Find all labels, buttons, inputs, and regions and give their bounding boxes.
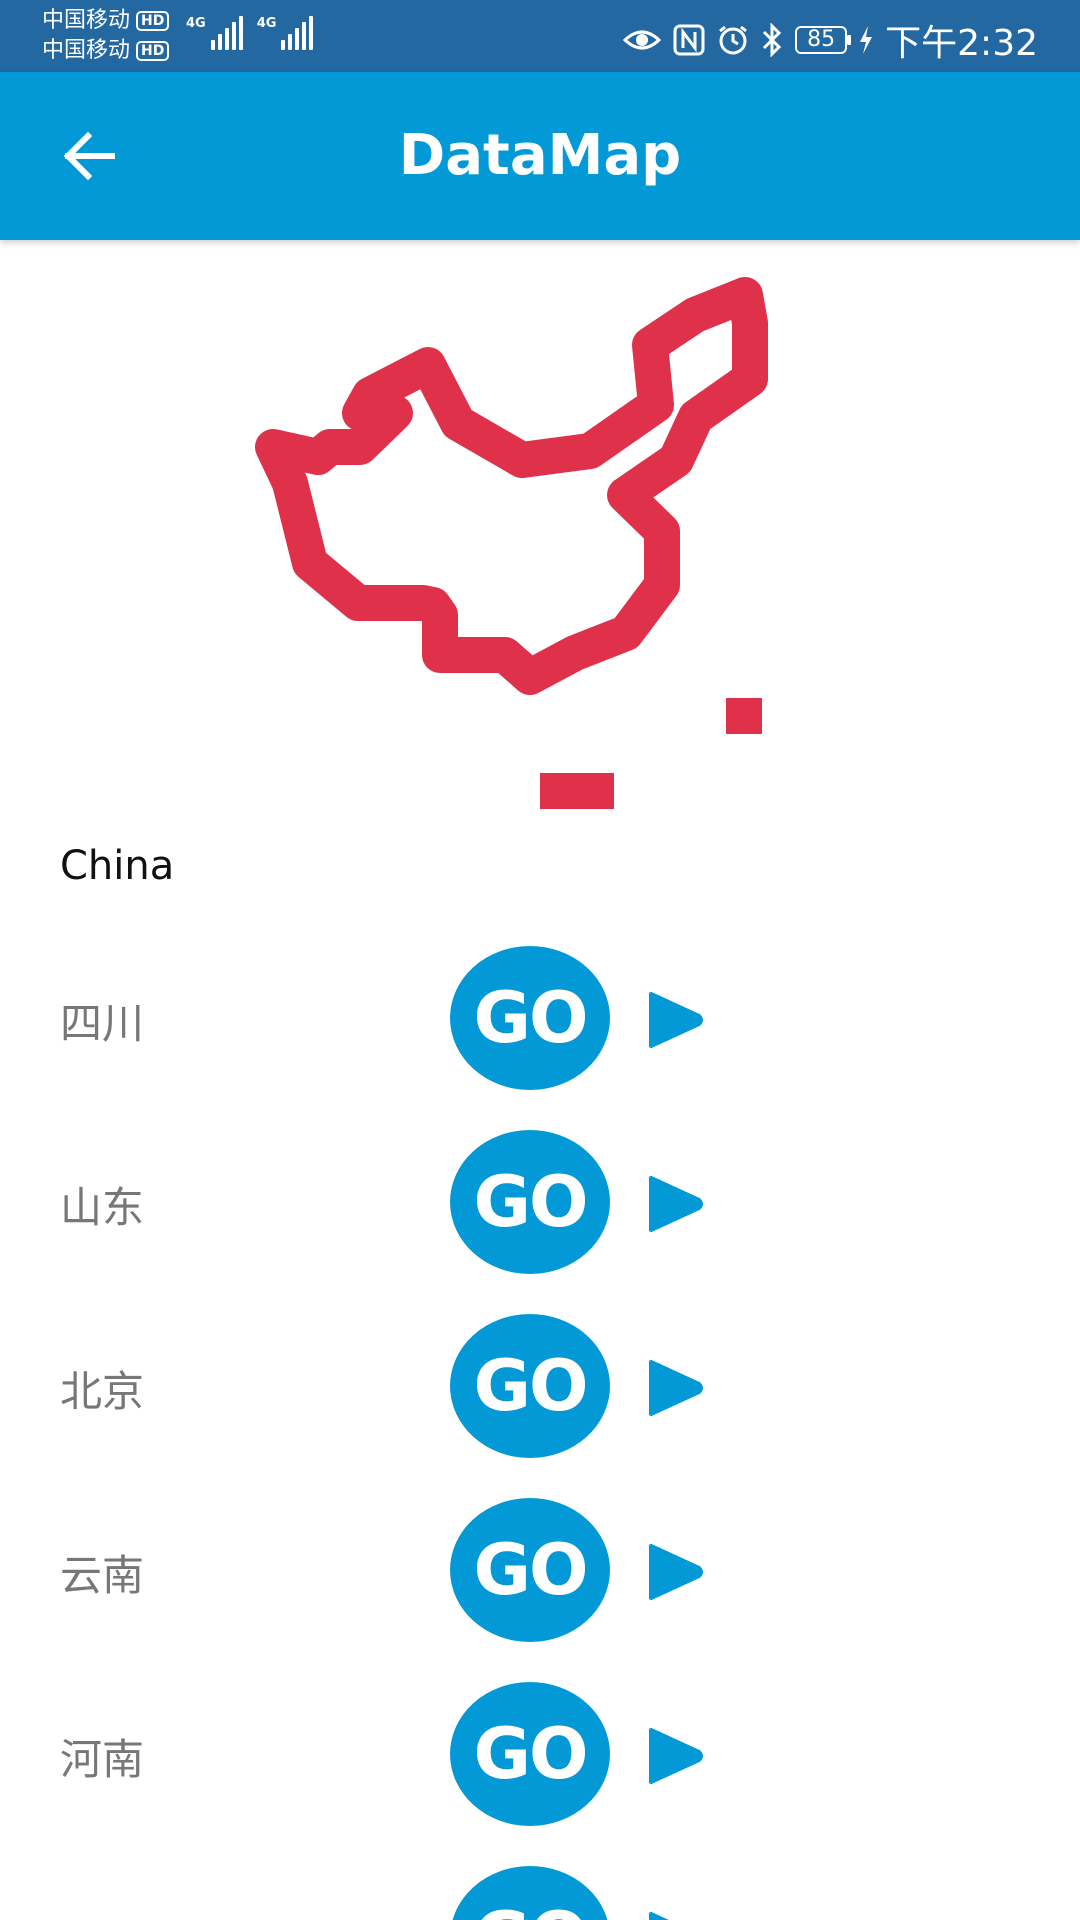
go-button[interactable]: GO xyxy=(450,1130,610,1274)
region-list: 四川 GO 山东 GO 北京 GO 云南 GO 河南 GO xyxy=(0,0,1080,1920)
play-icon[interactable] xyxy=(645,1910,705,1920)
region-name: 河南 xyxy=(60,1735,145,1784)
go-button[interactable]: GO xyxy=(450,1314,610,1458)
go-button[interactable]: GO xyxy=(450,1498,610,1642)
list-item: 云南 GO xyxy=(0,1498,1080,1648)
play-icon[interactable] xyxy=(645,990,705,1050)
play-icon[interactable] xyxy=(645,1726,705,1786)
go-button[interactable]: GO xyxy=(450,1682,610,1826)
region-name: 北京 xyxy=(60,1367,145,1416)
screen: 中国移动 HD 中国移动 HD 4G 4G 85 下午2:32 DataMap … xyxy=(0,0,1080,1920)
region-name: 云南 xyxy=(60,1551,145,1600)
play-icon[interactable] xyxy=(645,1174,705,1234)
list-item: 山东 GO xyxy=(0,1130,1080,1280)
list-item: 四川 GO xyxy=(0,946,1080,1096)
region-name: 山东 xyxy=(60,1183,145,1232)
play-icon[interactable] xyxy=(645,1542,705,1602)
list-item: 河南 GO xyxy=(0,1682,1080,1832)
go-button[interactable]: GO xyxy=(450,1866,610,1920)
go-button[interactable]: GO xyxy=(450,946,610,1090)
region-name: 四川 xyxy=(60,999,145,1048)
play-icon[interactable] xyxy=(645,1358,705,1418)
list-item: 北京 GO xyxy=(0,1314,1080,1464)
list-item: GO xyxy=(0,1866,1080,1920)
